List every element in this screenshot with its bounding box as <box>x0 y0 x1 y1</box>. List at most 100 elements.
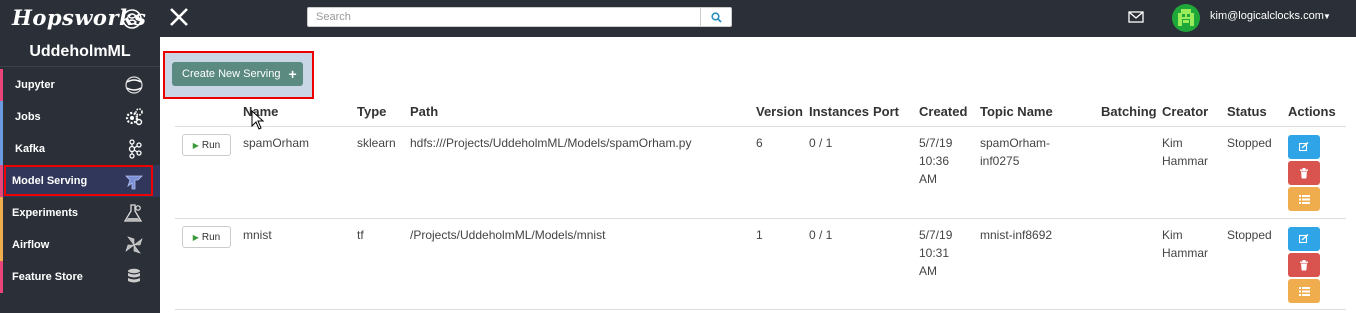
cell-version: 6 <box>756 136 763 150</box>
sidebar-item-label: Jupyter <box>15 79 55 91</box>
logs-button[interactable] <box>1288 187 1320 211</box>
list-icon <box>1298 287 1310 296</box>
cell-instances: 0 / 1 <box>809 136 833 150</box>
mouse-cursor-icon <box>251 110 265 130</box>
creator-first: Kim <box>1162 136 1183 150</box>
column-header-batching[interactable]: Batching <box>1101 104 1157 119</box>
sidebar-item-feature-store[interactable]: Feature Store <box>0 261 160 293</box>
cell-version: 1 <box>756 228 763 242</box>
row-divider <box>175 309 1346 310</box>
create-new-serving-button[interactable]: Create New Serving + <box>172 62 303 86</box>
cell-creator: Kim Hammar <box>1162 134 1208 170</box>
cell-path: /Projects/UddeholmML/Models/mnist <box>410 228 606 242</box>
sidebar-accent <box>0 261 3 293</box>
cell-status: Stopped <box>1227 136 1272 150</box>
cell-type: sklearn <box>357 136 396 150</box>
edit-icon <box>1299 142 1309 152</box>
edit-button[interactable] <box>1288 227 1320 251</box>
gears-icon <box>125 108 143 126</box>
sidebar-item-label: Airflow <box>12 239 50 251</box>
column-header-creator[interactable]: Creator <box>1162 104 1208 119</box>
sidebar-accent <box>0 165 3 197</box>
sidebar-item-experiments[interactable]: Experiments <box>0 197 160 229</box>
sidebar-item-airflow[interactable]: Airflow <box>0 229 160 261</box>
cell-topic: spamOrham- inf0275 <box>980 134 1050 170</box>
pinwheel-icon <box>125 236 143 254</box>
cell-name: mnist <box>243 228 272 242</box>
mail-icon[interactable] <box>1128 10 1144 24</box>
delete-button[interactable] <box>1288 253 1320 277</box>
column-header-instances[interactable]: Instances <box>809 104 869 119</box>
sidebar-accent <box>0 133 3 165</box>
cell-created: 5/7/19 10:31 AM <box>919 226 952 280</box>
created-time: 10:36 <box>919 154 950 168</box>
cell-path: hdfs:///Projects/UddeholmML/Models/spamO… <box>410 136 692 150</box>
logs-button[interactable] <box>1288 279 1320 303</box>
sidebar-accent <box>0 197 3 229</box>
sidebar-item-jupyter[interactable]: Jupyter <box>0 69 160 101</box>
edit-button[interactable] <box>1288 135 1320 159</box>
trash-icon <box>1300 167 1308 178</box>
creator-last: Hammar <box>1162 154 1209 168</box>
column-header-path[interactable]: Path <box>410 104 438 119</box>
run-label: Run <box>201 139 221 151</box>
column-header-version[interactable]: Version <box>756 104 803 119</box>
chevron-down-icon[interactable]: ▼ <box>1323 12 1331 21</box>
created-ampm: AM <box>919 172 937 186</box>
database-icon <box>128 268 140 283</box>
column-header-status[interactable]: Status <box>1227 104 1267 119</box>
highlight-box-model-serving <box>4 165 153 196</box>
sidebar: UddeholmML Jupyter Jobs Kafka Model Serv… <box>0 37 160 313</box>
close-icon[interactable] <box>168 6 190 28</box>
project-title[interactable]: UddeholmML <box>0 37 160 67</box>
header-divider <box>175 126 1346 127</box>
topic-line: inf0275 <box>980 154 1020 168</box>
jupyter-icon <box>125 76 143 94</box>
create-button-label: Create New Serving <box>182 68 281 80</box>
cell-instances: 0 / 1 <box>809 228 833 242</box>
cell-topic: mnist-inf8692 <box>980 226 1052 244</box>
created-date: 5/7/19 <box>919 136 953 150</box>
topic-line: mnist-inf8692 <box>980 228 1053 242</box>
topic-line: spamOrham- <box>980 136 1051 150</box>
avatar[interactable] <box>1172 4 1200 32</box>
flask-icon <box>124 204 143 222</box>
cell-type: tf <box>357 228 364 242</box>
sidebar-item-jobs[interactable]: Jobs <box>0 101 160 133</box>
cell-status: Stopped <box>1227 228 1272 242</box>
cell-name: spamOrham <box>243 136 310 150</box>
column-header-topic-name[interactable]: Topic Name <box>980 104 1053 119</box>
column-header-created[interactable]: Created <box>919 104 967 119</box>
list-icon <box>1298 195 1310 204</box>
run-label: Run <box>201 231 221 243</box>
edit-icon <box>1299 234 1309 244</box>
row-divider <box>175 218 1346 219</box>
sidebar-accent <box>0 101 3 133</box>
sidebar-item-kafka[interactable]: Kafka <box>0 133 160 165</box>
sidebar-item-label: Feature Store <box>12 271 83 283</box>
column-header-actions: Actions <box>1288 104 1336 119</box>
column-header-type[interactable]: Type <box>357 104 386 119</box>
search-button[interactable] <box>700 7 732 27</box>
trash-icon <box>1300 259 1308 270</box>
kafka-icon <box>128 139 142 159</box>
creator-last: Hammar <box>1162 246 1209 260</box>
column-header-port[interactable]: Port <box>873 104 899 119</box>
sidebar-accent <box>0 229 3 261</box>
delete-button[interactable] <box>1288 161 1320 185</box>
cell-created: 5/7/19 10:36 AM <box>919 134 952 188</box>
sidebar-item-label: Jobs <box>15 111 41 123</box>
created-ampm: AM <box>919 264 937 278</box>
hops-logo-icon <box>122 9 142 29</box>
search-icon <box>710 11 722 23</box>
play-icon: ▶ <box>192 140 199 150</box>
user-email[interactable]: kim@logicalclocks.com <box>1210 10 1324 22</box>
search-input[interactable] <box>307 7 701 27</box>
cell-creator: Kim Hammar <box>1162 226 1208 262</box>
run-button[interactable]: ▶ Run <box>182 134 231 156</box>
sidebar-item-label: Experiments <box>12 207 79 219</box>
run-button[interactable]: ▶ Run <box>182 226 231 248</box>
creator-first: Kim <box>1162 228 1183 242</box>
top-navbar: Hopsworks kim@logicalclocks.com ▼ <box>0 0 1356 37</box>
created-time: 10:31 <box>919 246 950 260</box>
